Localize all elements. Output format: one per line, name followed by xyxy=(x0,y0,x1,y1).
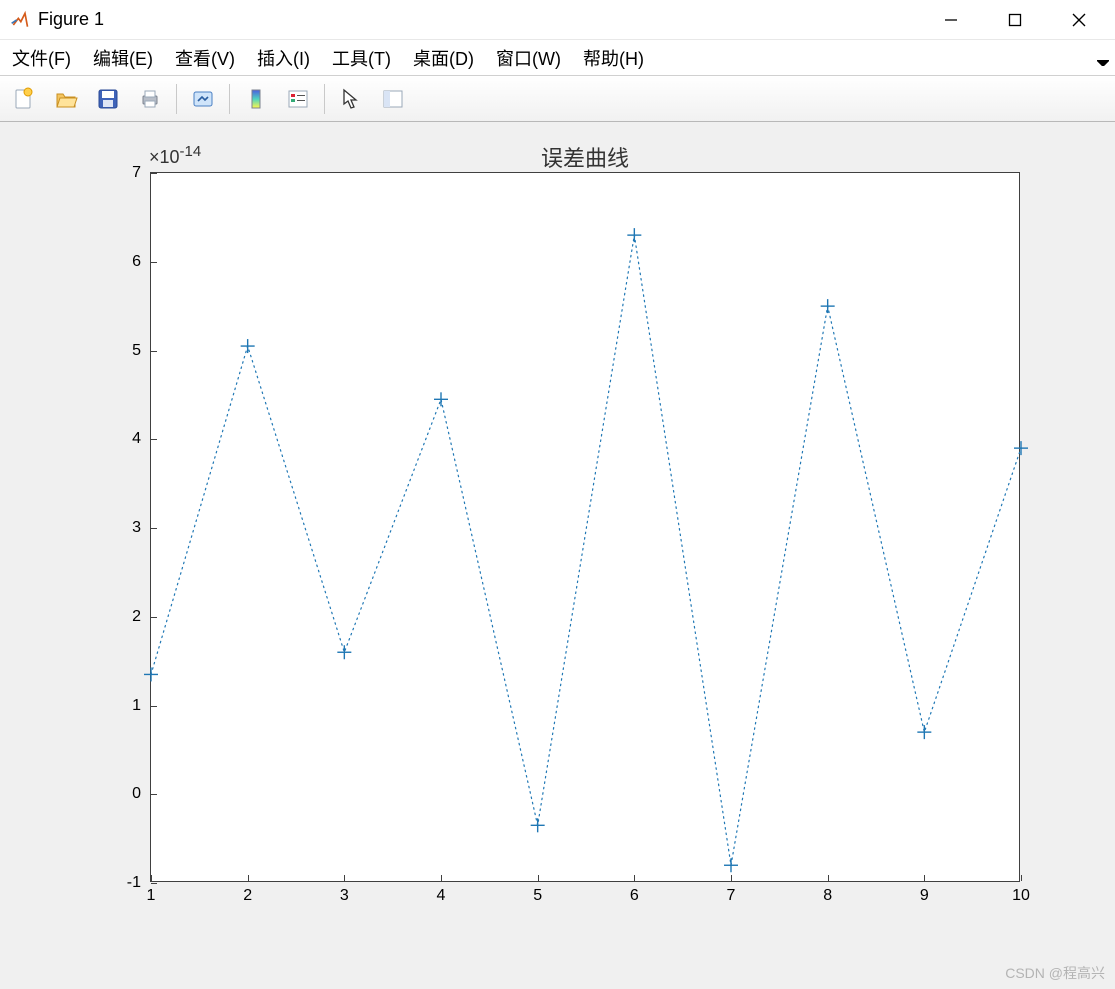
x-tick-label: 8 xyxy=(823,881,832,905)
watermark: CSDN @程高兴 xyxy=(1005,963,1105,983)
data-cursor-button[interactable] xyxy=(373,80,413,118)
menu-edit[interactable]: 编辑(E) xyxy=(89,41,157,75)
toolbar-separator xyxy=(229,84,230,114)
plot-svg xyxy=(151,173,1019,881)
chart-title: 误差曲线 xyxy=(151,141,1019,173)
y-tick-label: 5 xyxy=(132,342,151,360)
titlebar: Figure 1 xyxy=(0,0,1115,40)
x-tick-label: 6 xyxy=(630,881,639,905)
x-tick-label: 9 xyxy=(920,881,929,905)
x-tick-label: 5 xyxy=(533,881,542,905)
figure-canvas[interactable]: 误差曲线 ×10-14 -10123456712345678910 CSDN @… xyxy=(0,122,1115,989)
y-tick-label: 6 xyxy=(132,253,151,271)
menu-desktop[interactable]: 桌面(D) xyxy=(409,41,478,75)
y-axis-exponent: ×10-14 xyxy=(149,143,201,168)
edit-plot-button[interactable] xyxy=(331,80,371,118)
close-button[interactable] xyxy=(1047,0,1111,40)
y-tick-label: 0 xyxy=(132,785,151,803)
open-button[interactable] xyxy=(46,80,86,118)
x-tick-label: 2 xyxy=(243,881,252,905)
minimize-button[interactable] xyxy=(919,0,983,40)
y-tick-label: 2 xyxy=(132,608,151,626)
colorbar-button[interactable] xyxy=(236,80,276,118)
x-tick-label: 10 xyxy=(1012,881,1030,905)
menu-overflow-icon[interactable] xyxy=(1097,50,1109,71)
menubar: 文件(F) 编辑(E) 查看(V) 插入(I) 工具(T) 桌面(D) 窗口(W… xyxy=(0,40,1115,76)
print-button[interactable] xyxy=(130,80,170,118)
window-title: Figure 1 xyxy=(38,9,104,30)
toolbar-separator xyxy=(324,84,325,114)
x-tick-label: 7 xyxy=(727,881,736,905)
y-tick-label: 1 xyxy=(132,697,151,715)
toolbar-separator xyxy=(176,84,177,114)
y-tick-label: 7 xyxy=(132,164,151,182)
menu-view[interactable]: 查看(V) xyxy=(171,41,239,75)
menu-file[interactable]: 文件(F) xyxy=(8,41,75,75)
menu-window[interactable]: 窗口(W) xyxy=(492,41,565,75)
menu-insert[interactable]: 插入(I) xyxy=(253,41,314,75)
legend-button[interactable] xyxy=(278,80,318,118)
y-exp-base: ×10 xyxy=(149,147,180,167)
y-tick-label: 4 xyxy=(132,430,151,448)
new-figure-button[interactable] xyxy=(4,80,44,118)
x-tick-label: 3 xyxy=(340,881,349,905)
menu-help[interactable]: 帮助(H) xyxy=(579,41,648,75)
y-tick-label: 3 xyxy=(132,519,151,537)
matlab-app-icon xyxy=(10,10,30,30)
menu-tools[interactable]: 工具(T) xyxy=(328,41,395,75)
save-button[interactable] xyxy=(88,80,128,118)
y-exp-sup: -14 xyxy=(180,143,202,160)
maximize-button[interactable] xyxy=(983,0,1047,40)
window-controls xyxy=(919,0,1111,40)
axes[interactable]: 误差曲线 ×10-14 -10123456712345678910 xyxy=(150,172,1020,882)
x-tick-label: 4 xyxy=(437,881,446,905)
toolbar xyxy=(0,76,1115,122)
link-button[interactable] xyxy=(183,80,223,118)
x-tick-label: 1 xyxy=(147,881,156,905)
